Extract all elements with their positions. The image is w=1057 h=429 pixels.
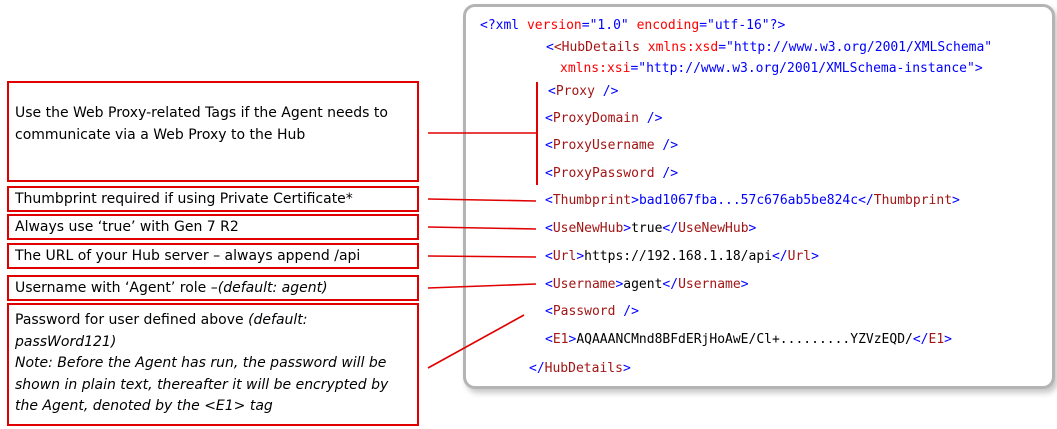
connector-lines: [427, 132, 537, 369]
username-connector: [427, 283, 537, 289]
usenewhub-connector: [427, 226, 537, 230]
url-connector: [427, 255, 537, 258]
password-connector: [427, 314, 525, 369]
thumbprint-connector: [427, 198, 537, 202]
